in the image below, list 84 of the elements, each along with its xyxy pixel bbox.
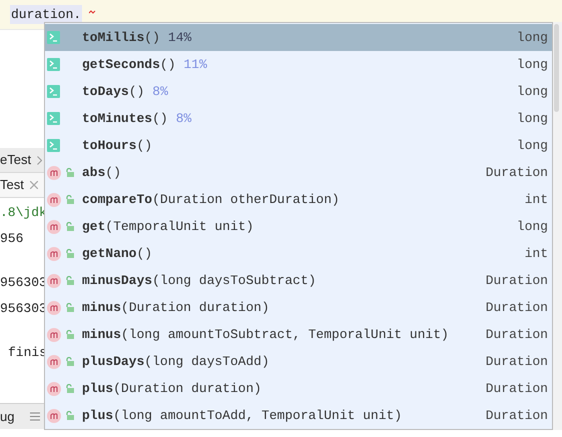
return-type: int	[524, 244, 548, 263]
return-type: Duration	[486, 164, 548, 182]
lock-icon	[66, 168, 74, 177]
method-icon	[47, 328, 61, 342]
completion-item[interactable]: compareTo(Duration otherDuration) int	[45, 186, 552, 213]
lock-icon	[66, 303, 74, 312]
method-icon	[47, 220, 61, 234]
terminal-icon	[47, 85, 60, 98]
code-text: duration.	[10, 4, 82, 24]
completion-label: minusDays(long daysToSubtract)	[82, 272, 316, 290]
usage-percent: 14%	[168, 28, 192, 47]
lock-icon	[66, 276, 74, 285]
completion-label: getNano()	[82, 244, 152, 263]
terminal-icon	[47, 112, 60, 125]
lock-icon	[66, 384, 74, 393]
completion-label: toDays()	[82, 82, 144, 101]
completion-item[interactable]: minus(Duration duration) Duration	[45, 294, 552, 321]
completion-item[interactable]: plusDays(long daysToAdd) Duration	[45, 348, 552, 375]
method-icon	[47, 192, 61, 206]
close-icon[interactable]	[30, 181, 38, 189]
completion-item[interactable]: toMinutes() 8% long	[45, 105, 552, 132]
return-type: Duration	[486, 298, 548, 317]
completion-label: compareTo(Duration otherDuration)	[82, 190, 340, 209]
return-type: Duration	[486, 352, 548, 371]
chevron-right-icon	[37, 156, 42, 164]
completion-item[interactable]: plus(long amountToAdd, TemporalUnit unit) Duration	[45, 402, 552, 429]
completion-item[interactable]: toDays() 8% long	[45, 78, 552, 105]
method-icon	[47, 408, 61, 422]
tab-label[interactable]: Test	[0, 175, 24, 195]
lock-icon	[66, 357, 74, 366]
completion-item[interactable]: plus(Duration duration) Duration	[45, 375, 552, 402]
completion-label: abs()	[82, 164, 122, 182]
usage-percent: 8%	[176, 110, 192, 128]
return-type: long	[516, 136, 548, 155]
terminal-icon	[47, 58, 60, 71]
method-icon	[47, 274, 61, 288]
return-type: Duration	[486, 326, 548, 344]
return-type: long	[516, 28, 548, 47]
completion-item[interactable]: toMillis() 14% long	[45, 24, 552, 51]
return-type: Duration	[486, 380, 548, 398]
return-type: long	[516, 56, 548, 74]
completion-label: plusDays(long daysToAdd)	[82, 352, 270, 371]
terminal-icon	[47, 139, 60, 152]
completion-label: get(TemporalUnit unit)	[82, 218, 254, 236]
completion-item[interactable]: get(TemporalUnit unit) long	[45, 213, 552, 240]
lock-icon	[66, 411, 74, 420]
completion-label: toHours()	[82, 136, 152, 155]
completion-label: toMinutes()	[82, 110, 168, 128]
method-icon	[47, 300, 61, 314]
return-type: Duration	[486, 272, 548, 290]
lock-icon	[66, 222, 74, 231]
usage-percent: 11%	[184, 56, 208, 74]
console-line: .8\jdk	[0, 204, 47, 222]
error-squiggle-icon	[89, 10, 96, 14]
completion-label: toMillis()	[82, 28, 160, 47]
method-icon	[47, 354, 61, 368]
return-type: int	[524, 190, 548, 209]
completion-label: plus(Duration duration)	[82, 380, 262, 398]
console-line: 956	[0, 230, 24, 248]
return-type: long	[516, 218, 548, 236]
completion-item[interactable]: toHours() long	[45, 132, 552, 159]
method-icon	[47, 382, 61, 396]
completion-label: minus(Duration duration)	[82, 298, 270, 317]
lock-icon	[66, 195, 74, 204]
completion-item[interactable]: abs() Duration	[45, 159, 552, 186]
method-icon	[47, 246, 61, 260]
completion-item[interactable]: minusDays(long daysToSubtract) Duration	[45, 267, 552, 294]
list-icon[interactable]	[30, 412, 40, 421]
completion-label: minus(long amountToSubtract, TemporalUnit unit)	[82, 326, 449, 344]
terminal-icon	[47, 31, 60, 44]
completion-label: plus(long amountToAdd, TemporalUnit unit)	[82, 406, 402, 425]
lock-icon	[66, 330, 74, 339]
scrollbar-thumb[interactable]	[554, 24, 559, 112]
completion-item[interactable]: getSeconds() 11% long	[45, 51, 552, 78]
completion-item[interactable]: minus(long amountToSubtract, TemporalUnit unit) Duration	[45, 321, 552, 348]
return-type: long	[516, 82, 548, 101]
return-type: long	[516, 110, 548, 128]
completion-label: getSeconds()	[82, 56, 176, 74]
tab-label[interactable]: eTest	[0, 150, 32, 170]
completion-item[interactable]: getNano() int	[45, 240, 552, 267]
usage-percent: 8%	[152, 82, 168, 101]
lock-icon	[66, 249, 74, 258]
method-icon	[47, 166, 61, 180]
return-type: Duration	[486, 406, 548, 425]
